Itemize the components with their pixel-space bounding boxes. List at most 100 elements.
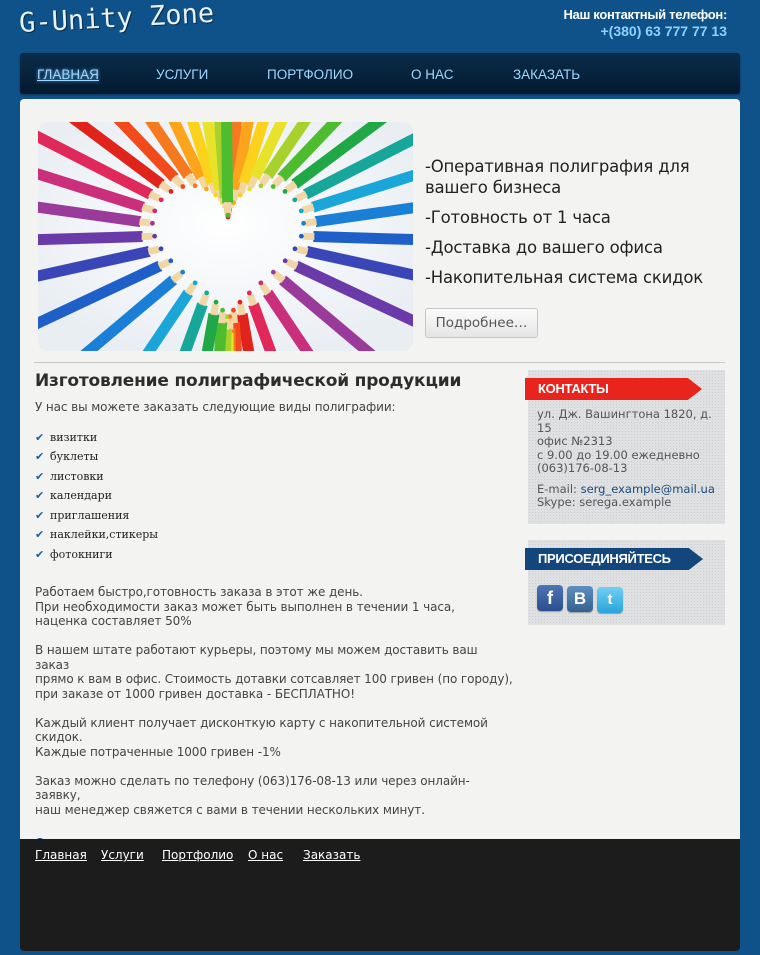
pencil-tip [292, 246, 298, 252]
skype-id: serega.example [579, 495, 672, 509]
pencil-tip [213, 299, 219, 305]
footer-link-order[interactable]: Заказать [303, 848, 360, 862]
main-nav: ГЛАВНАЯ УСЛУГИ ПОРТФОЛИО О НАС ЗАКАЗАТЬ [20, 53, 740, 94]
section-divider [34, 362, 725, 363]
pencil-tip [247, 186, 252, 192]
hero-line-printing: -Оперативная полиграфия для вашего бизне… [425, 157, 690, 197]
checkmark-icon: ✔ [35, 508, 45, 522]
pencil-tip [225, 212, 231, 218]
contact-phone-block: Наш контактный телефон: +(380) 63 777 77… [563, 7, 727, 39]
vkontakte-icon[interactable]: B [567, 586, 593, 612]
hero-line-ready-time: -Готовность от 1 часа [425, 208, 611, 227]
pencil-tip [270, 184, 276, 189]
pencil-wood [210, 303, 220, 316]
pencil-tip [150, 220, 155, 226]
contacts-heading: КОНТАКТЫ [525, 378, 702, 400]
pencil-wood [230, 311, 238, 324]
nav-item-order[interactable]: ЗАКАЗАТЬ [513, 67, 580, 82]
social-heading: ПРИСОЕДИНЯЙТЕСЬ [525, 548, 703, 570]
footer-link-home[interactable]: Главная [35, 848, 87, 862]
pencil-tip [180, 184, 186, 189]
nav-item-portfolio[interactable]: ПОРТФОЛИО [267, 67, 353, 82]
email-line: E-mail: serg_example@mail.ua [537, 481, 715, 496]
list-item: ✔ наклейки,стикеры [35, 528, 159, 541]
hero-image-pencils-heart [38, 122, 413, 351]
pencil-body [38, 231, 143, 246]
list-item: ✔ буклеты [35, 450, 99, 463]
nav-item-services[interactable]: УСЛУГИ [156, 67, 208, 82]
pencil-wood [139, 218, 151, 227]
twitter-icon[interactable]: t [597, 587, 623, 613]
checkmark-icon: ✔ [35, 450, 45, 463]
pencil-wood [294, 190, 308, 203]
pencil-tip [180, 269, 186, 275]
pencil-tip [292, 197, 298, 203]
pencil-tip [282, 189, 288, 194]
pencil-body [221, 122, 234, 204]
nav-item-home[interactable]: ГЛАВНАЯ [37, 67, 99, 82]
pencil-wood [305, 218, 317, 227]
more-details-button[interactable]: Подробнее… [425, 308, 538, 338]
pencil-wood [198, 293, 210, 307]
footer-link-services[interactable]: Услуги [101, 848, 144, 862]
pencil-tip [298, 208, 304, 214]
pencil-wood [230, 189, 240, 202]
pencil-tip [231, 307, 236, 313]
paragraph-speed: Работаем быстро,готовность заказа в этот… [35, 585, 455, 628]
pencil-tip [237, 192, 243, 198]
pencil-wood [247, 175, 259, 189]
pencil-wood [302, 203, 315, 214]
pencil-tip [246, 290, 252, 296]
footer: Главная Услуги Портфолио О нас Заказать [20, 839, 740, 951]
main-panel: -Оперативная полиграфия для вашего бизне… [20, 99, 740, 850]
pencil-tip [168, 189, 174, 194]
hero-text: -Оперативная полиграфия для вашего бизне… [425, 156, 725, 297]
content-column: Изготовление полиграфической продукции У… [35, 371, 515, 851]
pencil-tip [301, 220, 306, 226]
pencil-wood [157, 258, 171, 270]
pencil-wood [285, 258, 299, 270]
page-title: Изготовление полиграфической продукции [35, 371, 462, 391]
pencil-wood [236, 303, 246, 316]
hero-line-discounts: -Накопительная система скидок [425, 268, 704, 287]
address: ул. Дж. Вашингтона 1820, д. 15 офис №231… [537, 407, 712, 475]
paragraph-delivery: В нашем штате работают курьеры, поэтому … [35, 643, 513, 701]
footer-link-portfolio[interactable]: Портфолио [162, 848, 233, 862]
list-item: ✔ визитки [35, 430, 98, 444]
pencil-tip [152, 233, 158, 239]
pencil-tip [204, 186, 209, 192]
pencil-tip [220, 307, 225, 313]
checkmark-icon: ✔ [35, 489, 45, 502]
pencil-tip [192, 280, 198, 286]
skype-line: Skype: serega.example [537, 495, 672, 509]
footer-link-about[interactable]: О нас [248, 848, 283, 862]
pencil-body [313, 231, 413, 246]
facebook-icon[interactable]: f [537, 585, 563, 611]
contacts-box: КОНТАКТЫ ул. Дж. Вашингтона 1820, д. 15 … [525, 370, 725, 524]
pencil-tip [204, 290, 210, 296]
list-item: ✔ листовки [35, 469, 104, 483]
list-item: ✔ фотокниги [35, 547, 113, 561]
phone-title: Наш контактный телефон: [563, 7, 727, 22]
pencil-wood [246, 293, 258, 307]
colored-pencils-heart-image [38, 122, 413, 351]
pencil-tip [298, 233, 304, 239]
pencil-tip [237, 299, 243, 305]
pencil-wood [147, 245, 160, 256]
paragraph-how-to-order: Заказ можно сделать по телефону (063)176… [35, 773, 470, 817]
pencil-wood [237, 181, 248, 195]
pencil-wood [218, 311, 226, 324]
email-link[interactable]: serg_example@mail.ua [581, 482, 715, 496]
checkmark-icon: ✔ [35, 469, 45, 483]
pencil-tip [158, 246, 164, 252]
pencil-wood [148, 190, 162, 203]
pencil-tip [192, 183, 198, 189]
nav-item-about[interactable]: О НАС [411, 67, 453, 82]
social-box: ПРИСОЕДИНЯЙТЕСЬ fBt [525, 540, 725, 625]
pencil-tip [258, 183, 264, 189]
pencil-wood [141, 203, 154, 214]
pencil-wood [296, 245, 309, 256]
pencil-tip [270, 269, 276, 275]
list-item: ✔ календари [35, 489, 112, 502]
site-logo[interactable]: G-Unity Zone [18, 0, 214, 39]
